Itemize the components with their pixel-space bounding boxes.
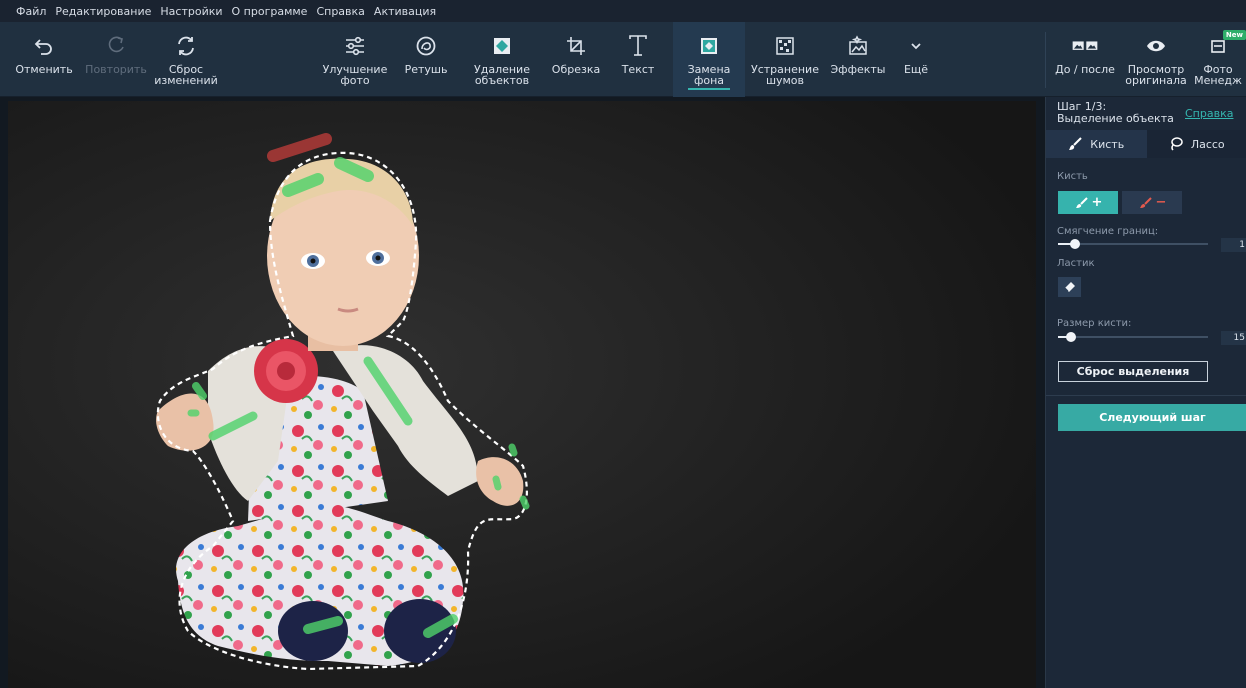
retouch-face-icon	[413, 34, 439, 58]
chevron-down-icon	[903, 34, 929, 58]
baby-photo-with-selection	[8, 101, 1036, 688]
effects-button[interactable]: Эффекты	[826, 22, 890, 97]
crop-icon	[563, 34, 589, 58]
redo-button[interactable]: Повторить	[83, 22, 149, 97]
noise-icon	[772, 34, 798, 58]
retouch-button[interactable]: Ретушь	[398, 22, 454, 97]
feather-label: Смягчение границ:	[1057, 226, 1159, 237]
eraser-label: Ластик	[1057, 258, 1095, 269]
photo-manager-button[interactable]: Фото Менедж New	[1190, 22, 1246, 97]
redo-icon	[103, 34, 129, 58]
denoise-label: Устранение шумов	[751, 63, 819, 87]
reset-changes-label: Сброс изменений	[154, 63, 218, 87]
help-link[interactable]: Справка	[1185, 107, 1233, 120]
tab-brush[interactable]: Кисть	[1046, 130, 1147, 158]
crop-label: Обрезка	[551, 63, 601, 76]
menu-edit[interactable]: Редактирование	[55, 5, 151, 18]
eye-icon	[1143, 34, 1169, 58]
feather-slider-track	[1058, 243, 1208, 245]
reset-selection-button[interactable]: Сброс выделения	[1058, 361, 1208, 382]
view-original-label: Просмотр оригинала	[1125, 63, 1187, 87]
crop-button[interactable]: Обрезка	[547, 22, 605, 97]
denoise-button[interactable]: Устранение шумов	[748, 22, 822, 97]
toolbar-divider	[1045, 32, 1046, 88]
canvas-area[interactable]	[0, 97, 1045, 688]
brush-add-button[interactable]: +	[1058, 191, 1118, 214]
more-label: Ещё	[903, 63, 929, 76]
feather-slider-knob[interactable]	[1070, 239, 1080, 249]
brush-size-label: Размер кисти:	[1057, 318, 1132, 329]
menu-bar: Файл Редактирование Настройки О программ…	[0, 0, 1246, 22]
menu-file[interactable]: Файл	[16, 5, 46, 18]
tab-brush-label: Кисть	[1090, 137, 1125, 151]
menu-help[interactable]: Справка	[316, 5, 364, 18]
panel-separator	[1046, 395, 1246, 396]
retouch-label: Ретушь	[404, 63, 448, 76]
photo-editor-window: Файл Редактирование Настройки О программ…	[0, 0, 1246, 688]
effects-label: Эффекты	[830, 63, 886, 76]
brush-size-slider-track	[1058, 336, 1208, 338]
sliders-icon	[342, 34, 368, 58]
undo-label: Отменить	[15, 63, 73, 76]
text-icon	[625, 34, 651, 58]
brush-size-slider-knob[interactable]	[1066, 332, 1076, 342]
brush-subtract-button[interactable]: −	[1122, 191, 1182, 214]
replace-background-label: Замена фона	[687, 64, 731, 90]
tab-lasso-label: Лассо	[1190, 137, 1225, 151]
photo-canvas[interactable]	[8, 101, 1036, 688]
brush-add-label: +	[1091, 195, 1103, 210]
tab-lasso[interactable]: Лассо	[1146, 130, 1246, 158]
brush-subtract-label: −	[1155, 195, 1167, 210]
brush-icon	[1068, 137, 1083, 151]
brush-subtract-icon	[1139, 196, 1152, 208]
text-label: Текст	[621, 63, 655, 76]
photo-manager-label: Фото Менедж	[1194, 63, 1242, 87]
enhance-photo-label: Улучшение фото	[322, 63, 388, 87]
before-after-button[interactable]: До / после	[1050, 22, 1120, 97]
eraser-button[interactable]	[1058, 277, 1081, 297]
undo-button[interactable]: Отменить	[12, 22, 76, 97]
reset-changes-button[interactable]: Сброс изменений	[154, 22, 218, 97]
selection-tabs: Кисть Лассо	[1046, 130, 1246, 158]
brush-section-label: Кисть	[1057, 171, 1088, 182]
text-button[interactable]: Текст	[612, 22, 664, 97]
right-panel: Шаг 1/3: Выделение объекта Справка Кисть…	[1045, 97, 1246, 688]
refresh-icon	[173, 34, 199, 58]
remove-objects-label: Удаление объектов	[474, 63, 530, 87]
brush-add-icon	[1075, 196, 1088, 208]
brush-size-value[interactable]: 15	[1221, 331, 1246, 345]
redo-label: Повторить	[85, 63, 147, 76]
menu-activation[interactable]: Активация	[374, 5, 436, 18]
toolbar: Отменить Повторить Сброс изменений Улучш…	[0, 22, 1246, 97]
remove-objects-button[interactable]: Удаление объектов	[466, 22, 538, 97]
enhance-photo-button[interactable]: Улучшение фото	[317, 22, 393, 97]
menu-settings[interactable]: Настройки	[160, 5, 222, 18]
before-after-icon	[1072, 34, 1098, 58]
view-original-button[interactable]: Просмотр оригинала	[1124, 22, 1188, 97]
effects-icon	[845, 34, 871, 58]
more-button[interactable]: Ещё	[896, 22, 936, 97]
brush-size-slider[interactable]	[1058, 331, 1208, 343]
feather-slider[interactable]	[1058, 238, 1208, 250]
replace-background-button[interactable]: Замена фона	[673, 22, 745, 97]
menu-about[interactable]: О программе	[232, 5, 308, 18]
feather-value[interactable]: 1	[1221, 238, 1246, 252]
eraser-icon	[1064, 282, 1075, 292]
step-title: Шаг 1/3: Выделение объекта	[1057, 100, 1174, 125]
remove-objects-icon	[489, 34, 515, 58]
lasso-icon	[1169, 137, 1183, 151]
undo-icon	[31, 34, 57, 58]
before-after-label: До / после	[1055, 63, 1115, 76]
new-badge: New	[1222, 30, 1246, 40]
next-step-button[interactable]: Следующий шаг	[1058, 404, 1246, 431]
replace-background-icon	[696, 34, 722, 58]
